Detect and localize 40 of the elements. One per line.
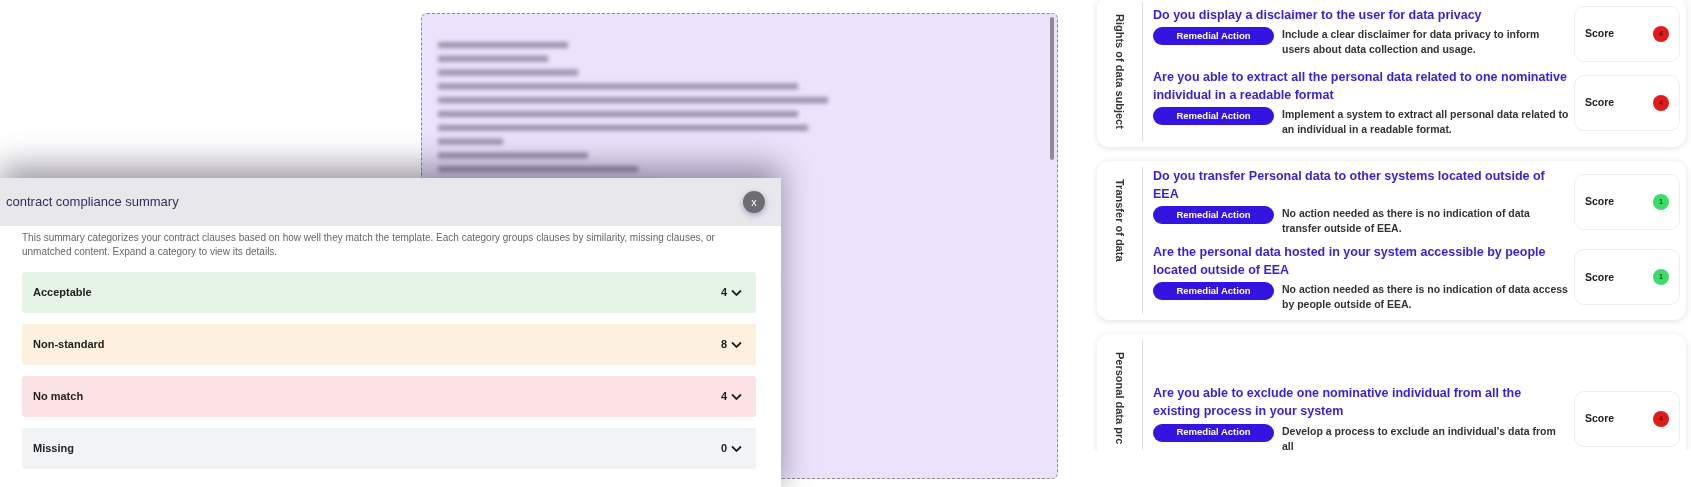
close-button[interactable]: x: [743, 191, 765, 213]
chevron-down-icon: [731, 444, 742, 453]
question-text: Do you transfer Personal data to other systems located outside of EEA: [1153, 167, 1546, 204]
modal-title: contract compliance summary: [6, 193, 179, 212]
remedial-action-text: Develop a process to exclude an individual's data from all: [1282, 423, 1557, 450]
score-label: Score: [1585, 193, 1615, 209]
score-badge: 1: [1653, 269, 1669, 286]
remedial-action-text: No action needed as there is no indication of data transfer outside of EEA.: [1282, 206, 1531, 237]
summary-description: This summary categorizes your contract clauses based on how well they match the template. Each category groups clauses by similarity, missing clauses, or unmatched content. Expand a category to view its details.: [21, 231, 716, 258]
category-row[interactable]: Non-standard 8: [22, 324, 756, 365]
category-row[interactable]: Acceptable 4: [22, 272, 756, 313]
remedial-action-button[interactable]: Remedial Action: [1153, 206, 1274, 225]
question-text: Are you able to exclude one nominative individual from all the existing process in your system: [1153, 385, 1523, 421]
chevron-down-icon: [731, 288, 742, 297]
remedial-action-button[interactable]: Remedial Action: [1153, 281, 1274, 300]
remedial-action-button[interactable]: Remedial Action: [1153, 107, 1274, 126]
category-row[interactable]: No match 4: [22, 376, 756, 417]
question-text: Do you display a disclaimer to the user for data privacy: [1153, 7, 1483, 24]
section-label: Personal data prc: [1112, 352, 1127, 445]
category-row[interactable]: Missing 0: [22, 428, 756, 469]
score-badge: 4: [1653, 26, 1669, 42]
question-text: Are you able to extract all the personal data related to one nominative individual in a readable format: [1153, 69, 1568, 105]
score-badge: 4: [1653, 411, 1669, 428]
chevron-down-icon: [731, 392, 742, 401]
section-label: Rights of data subject: [1112, 14, 1127, 129]
remedial-action-text: No action needed as there is no indication of data access by people outside of EEA.: [1282, 281, 1569, 313]
remedial-action-button[interactable]: Remedial Action: [1153, 423, 1274, 442]
chevron-down-icon: [731, 340, 742, 349]
score-label: Score: [1585, 269, 1615, 285]
remedial-action-text: Include a clear disclaimer for data privacy to inform users about data collection and usage.: [1282, 27, 1541, 58]
remedial-action-text: Implement a system to extract all personal data related to an individual in a readable format.: [1282, 107, 1570, 138]
score-badge: 4: [1653, 94, 1669, 111]
score-label: Score: [1585, 411, 1615, 427]
score-label: Score: [1585, 94, 1615, 110]
question-text: Are the personal data hosted in your system accessible by people located outside of EEA: [1153, 243, 1547, 279]
section-label: Transfer of data: [1112, 178, 1127, 264]
score-label: Score: [1585, 26, 1615, 42]
score-badge: 1: [1653, 193, 1669, 210]
remedial-action-button[interactable]: Remedial Action: [1153, 27, 1274, 46]
scrollbar-thumb[interactable]: [1050, 17, 1054, 160]
